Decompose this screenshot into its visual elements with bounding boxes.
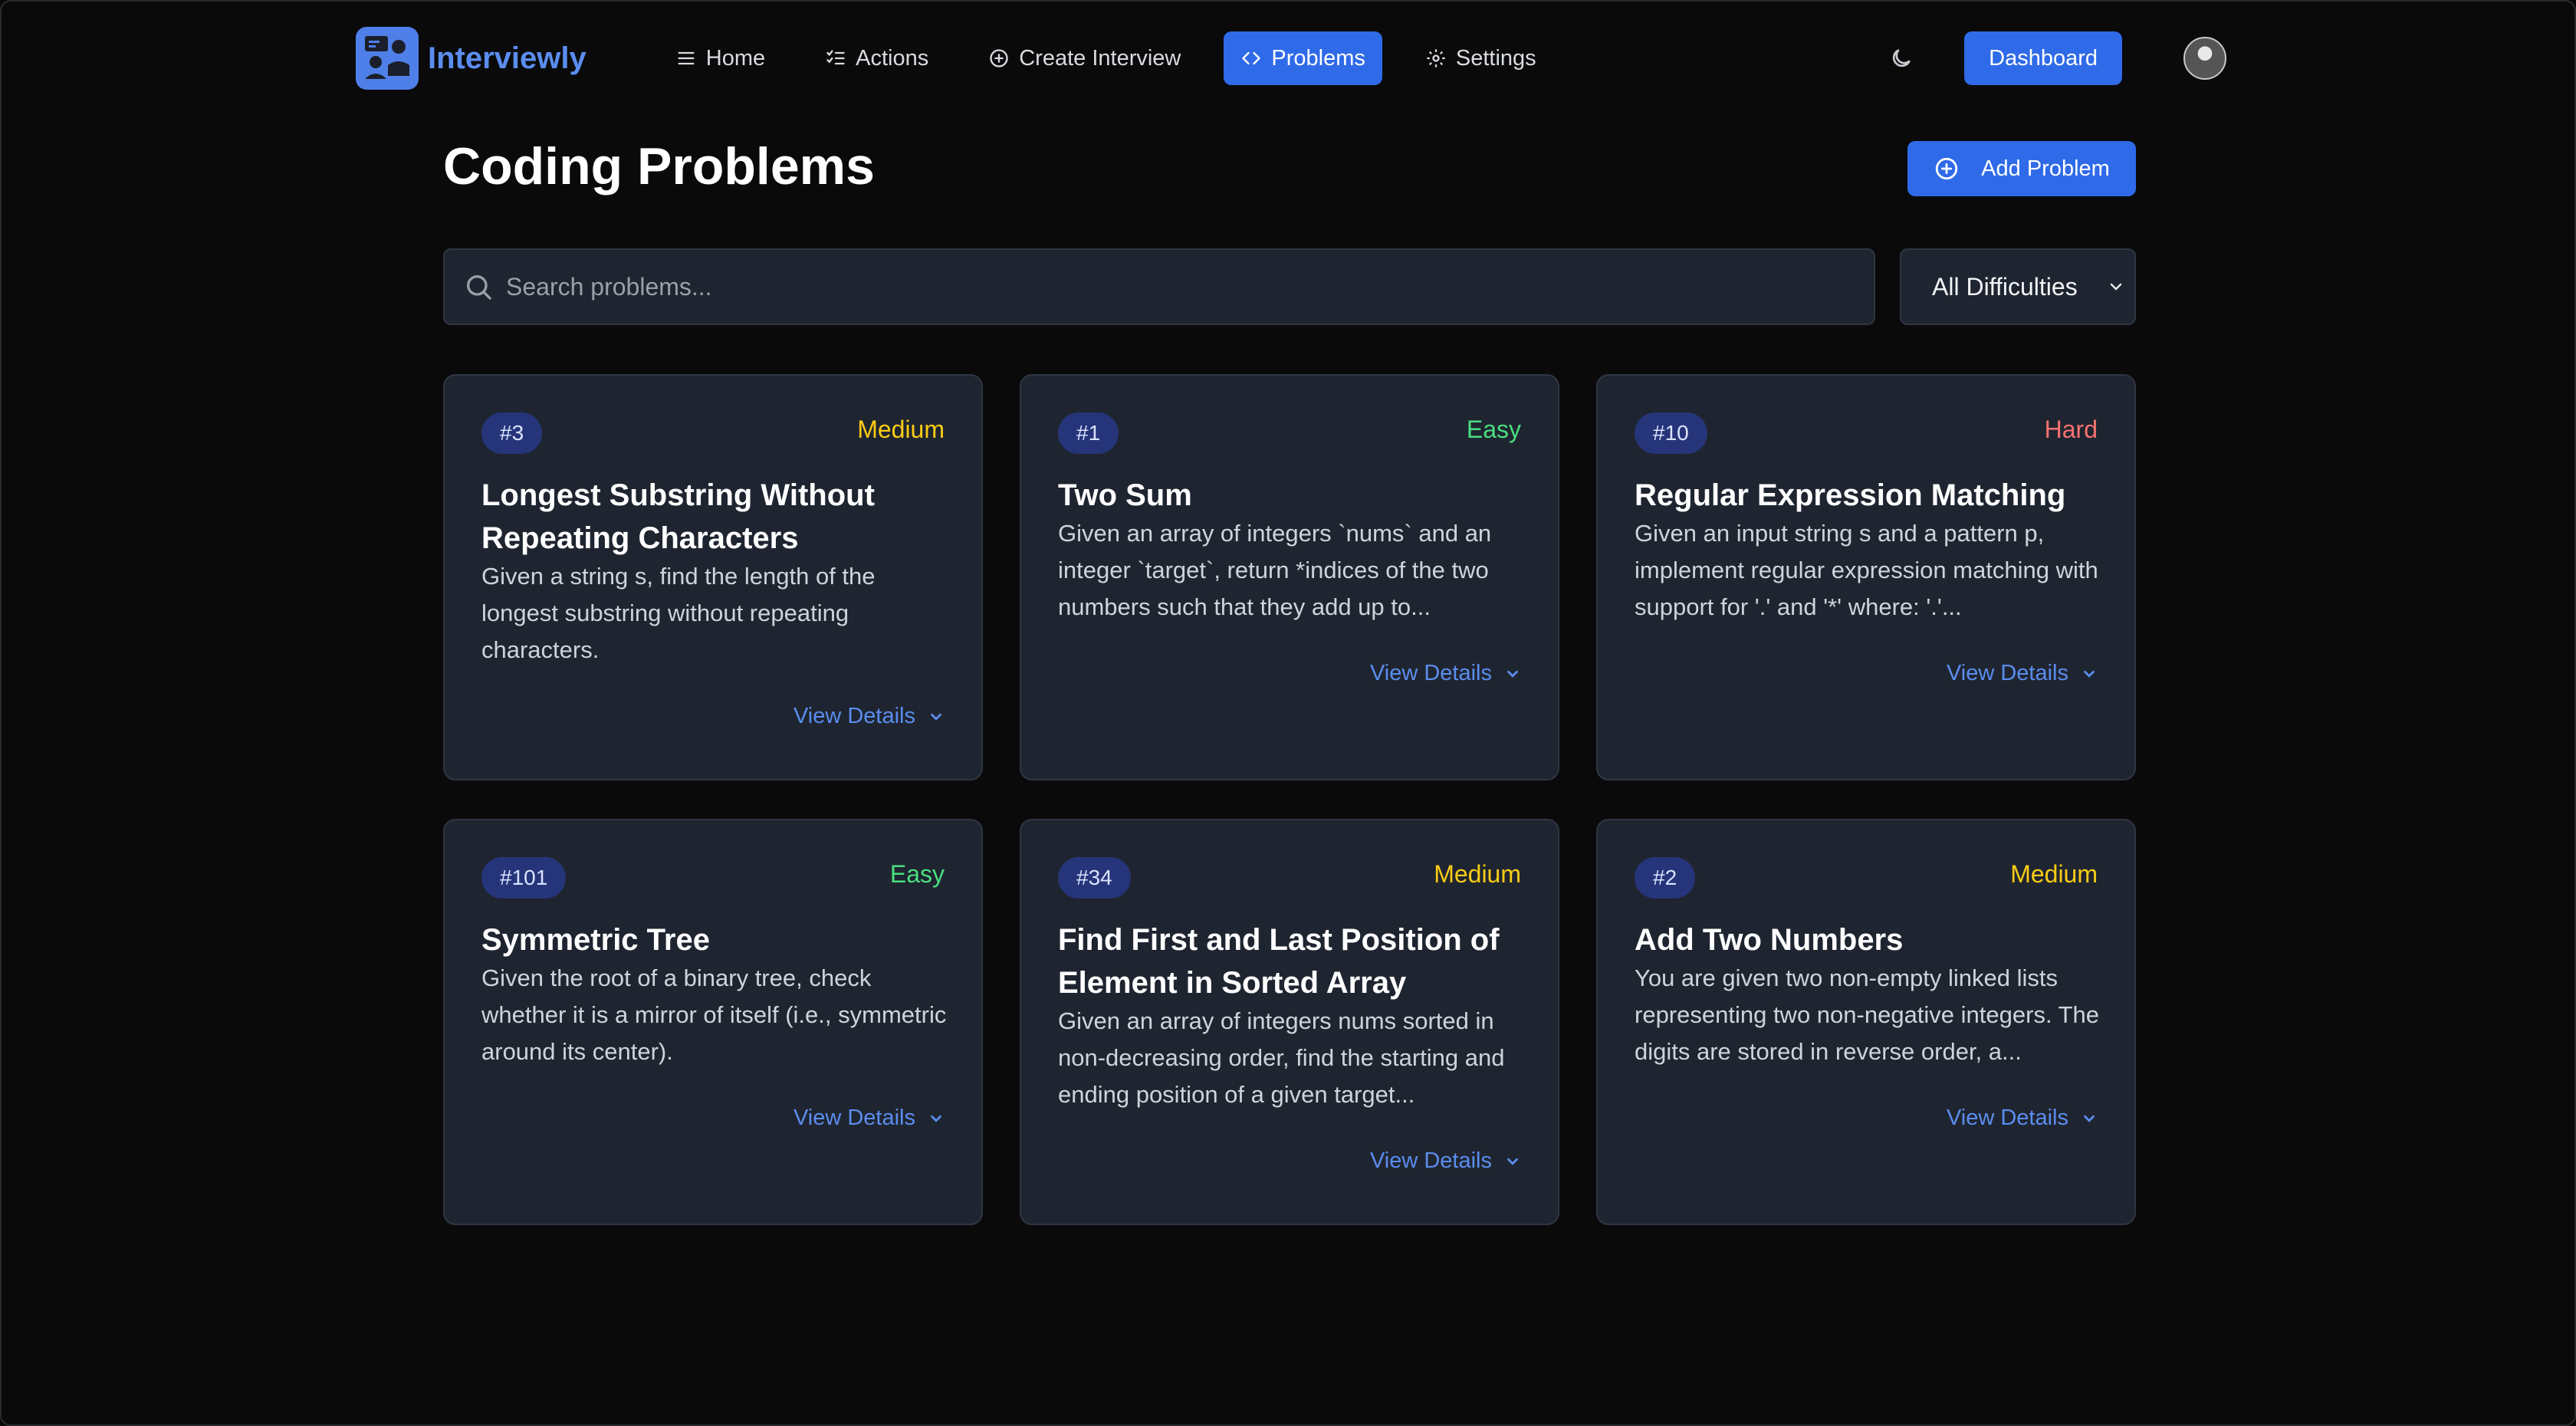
nav-item-label: Problems [1271,45,1365,71]
nav-item-label: Create Interview [1019,45,1181,71]
app-window: Interviewly Home Actions Create Intervie… [0,0,2576,1426]
problem-description: Given a string s, find the length of the… [481,563,876,663]
top-nav: Interviewly Home Actions Create Intervie… [356,26,2226,90]
problem-description: Given the root of a binary tree, check w… [481,964,947,1065]
problem-title: Longest Substring Without Repeating Char… [481,478,875,555]
moon-icon [1893,49,1911,67]
nav-item-label: Actions [856,45,929,71]
chevron-down-icon [931,713,941,721]
problem-card[interactable]: #2 Medium Add Two Numbers You are given … [1596,819,2136,1225]
problem-card[interactable]: #1 Easy Two Sum Given an array of intege… [1020,374,1559,780]
chevron-down-icon [931,1115,941,1122]
problem-id-badge: #2 [1635,857,1696,899]
list-check-icon [826,50,845,65]
view-details-label: View Details [1369,661,1492,685]
view-details-link[interactable]: View Details [794,1106,945,1131]
problem-id-badge: #101 [481,857,567,899]
difficulty-label: Easy [889,860,945,888]
chevron-down-icon [1507,670,1518,678]
view-details-label: View Details [1946,661,2068,685]
nav-item-label: Settings [1455,45,1536,71]
problem-id-badge: #10 [1635,412,1707,454]
view-details-link[interactable]: View Details [1947,1106,2098,1131]
plus-circle-icon [1936,157,1958,180]
chevron-down-icon [2110,283,2122,291]
problem-description: Given an input string s and a pattern p,… [1635,520,2098,620]
nav-links: Home Actions Create Interview Problems S… [659,31,1579,85]
add-problem-button[interactable]: Add Problem [1907,141,2136,196]
difficulty-select[interactable]: All Difficulties [1900,248,2136,325]
problem-title: Add Two Numbers [1635,923,1904,957]
chevron-down-icon [2084,1115,2095,1122]
dashboard-button[interactable]: Dashboard [1964,31,2122,85]
nav-item-actions[interactable]: Actions [808,31,945,85]
nav-item-create-interview[interactable]: Create Interview [971,31,1198,85]
view-details-link[interactable]: View Details [1947,661,2098,686]
brand-name: Interviewly [428,41,586,75]
gear-icon [1427,49,1445,67]
problem-title: Find First and Last Position of Element … [1058,923,1500,1000]
nav-item-label: Home [705,45,766,71]
problem-id-badge: #3 [481,412,543,454]
search-input[interactable] [506,272,1874,301]
problem-description: Given an array of integers nums sorted i… [1058,1007,1505,1108]
difficulty-select-value: All Difficulties [1932,272,2078,301]
search-box [443,248,1875,325]
view-details-label: View Details [793,1106,915,1130]
view-details-label: View Details [1946,1106,2068,1130]
interview-logo-icon [356,27,419,90]
add-problem-label: Add Problem [1981,156,2110,181]
avatar[interactable] [2183,37,2226,80]
menu-icon [678,51,695,65]
plus-circle-icon [990,49,1008,67]
problem-title: Regular Expression Matching [1635,478,2066,512]
chevron-down-icon [1507,1158,1518,1165]
chevron-down-icon [2084,670,2095,678]
nav-item-home[interactable]: Home [659,31,782,85]
view-details-link[interactable]: View Details [794,704,945,729]
view-details-link[interactable]: View Details [1370,1148,1521,1174]
difficulty-label: Hard [2044,416,2098,443]
problem-description: Given an array of integers `nums` and an… [1058,520,1492,620]
problem-card[interactable]: #101 Easy Symmetric Tree Given the root … [443,819,983,1225]
problem-card[interactable]: #10 Hard Regular Expression Matching Giv… [1596,374,2136,780]
problem-id-badge: #34 [1058,857,1131,899]
page-title: Coding Problems [443,137,875,196]
problem-id-badge: #1 [1058,412,1119,454]
code-icon [1242,51,1261,65]
problem-title: Symmetric Tree [481,923,710,957]
difficulty-label: Medium [2010,860,2098,888]
difficulty-label: Easy [1466,416,1521,443]
view-details-link[interactable]: View Details [1370,661,1521,686]
problem-card[interactable]: #34 Medium Find First and Last Position … [1020,819,1559,1225]
search-icon [467,275,491,300]
brand-link[interactable]: Interviewly [356,27,586,90]
difficulty-label: Medium [857,416,945,443]
problem-title: Two Sum [1058,478,1192,512]
problem-card[interactable]: #3 Medium Longest Substring Without Repe… [443,374,983,780]
problem-description: You are given two non-empty linked lists… [1635,964,2100,1065]
nav-item-problems[interactable]: Problems [1224,31,1382,85]
difficulty-label: Medium [1434,860,1521,888]
view-details-label: View Details [1369,1148,1492,1173]
nav-item-settings[interactable]: Settings [1408,31,1553,85]
view-details-label: View Details [793,704,915,728]
theme-toggle-button[interactable] [1877,34,1926,83]
nav-right: Dashboard [1877,31,2226,85]
